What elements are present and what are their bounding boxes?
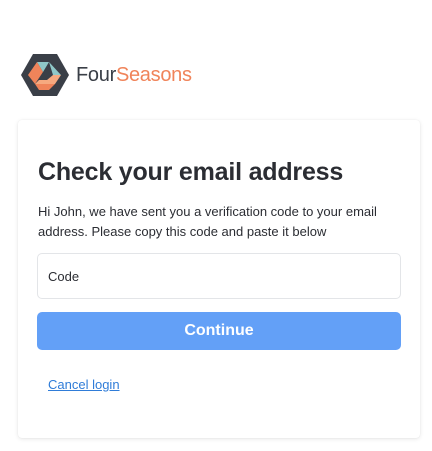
brand-logo: FourSeasons [19, 52, 192, 98]
brand-name: FourSeasons [76, 65, 192, 85]
code-input[interactable] [37, 253, 401, 299]
verification-card: Check your email address Hi John, we hav… [18, 120, 420, 438]
verification-message: Hi John, we have sent you a verification… [38, 204, 377, 239]
cancel-login-link[interactable]: Cancel login [48, 377, 120, 392]
continue-button[interactable]: Continue [37, 312, 401, 350]
fourseasons-hexagon-logo-icon [21, 54, 69, 96]
brand-name-part1: Four [76, 64, 116, 86]
page-title: Check your email address [38, 158, 344, 186]
brand-name-part2: Seasons [115, 64, 192, 86]
verification-page: FourSeasons Check your email address Hi … [0, 0, 432, 451]
